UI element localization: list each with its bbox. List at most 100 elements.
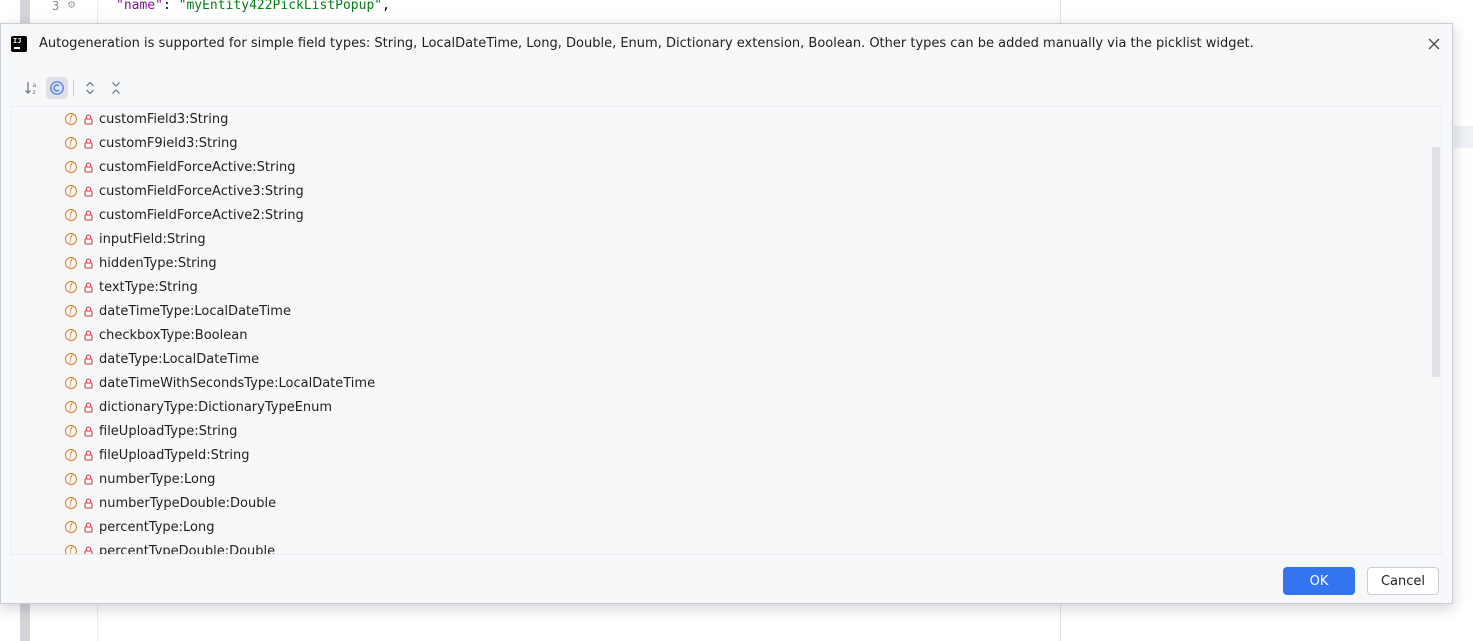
field-icon: f bbox=[65, 161, 77, 173]
ok-button[interactable]: OK bbox=[1283, 567, 1355, 595]
list-item[interactable]: f customField3:String bbox=[12, 109, 1422, 133]
field-icon: f bbox=[65, 449, 77, 461]
list-item-label: percentTypeDouble:Double bbox=[99, 544, 276, 555]
list-item[interactable]: f hiddenType:String bbox=[12, 253, 1422, 277]
lock-icon bbox=[84, 498, 93, 509]
lock-icon bbox=[84, 330, 93, 341]
expand-all-icon bbox=[86, 81, 94, 95]
code-end: , bbox=[382, 0, 390, 13]
list-item[interactable]: f numberTypeDouble:Double bbox=[12, 493, 1422, 517]
list-item[interactable]: f fileUploadType:String bbox=[12, 421, 1422, 445]
list-item[interactable]: f customFieldForceActive2:String bbox=[12, 205, 1422, 229]
dialog-title-bar: Autogeneration is supported for simple f… bbox=[1, 24, 1452, 64]
lock-icon bbox=[84, 402, 93, 413]
gear-icon[interactable]: ⚙ bbox=[68, 0, 75, 11]
list-item-label: customFieldForceActive:String bbox=[99, 160, 296, 175]
list-item-label: customField3:String bbox=[99, 112, 229, 127]
lock-icon bbox=[84, 210, 93, 221]
lock-icon bbox=[84, 450, 93, 461]
list-item[interactable]: f customF9ield3:String bbox=[12, 133, 1422, 157]
toolbar-separator bbox=[73, 80, 74, 96]
line-number: 3 bbox=[52, 0, 60, 13]
lock-icon bbox=[84, 186, 93, 197]
field-icon: f bbox=[65, 521, 77, 533]
list-item-label: fileUploadType:String bbox=[99, 424, 238, 439]
collapse-all-icon bbox=[112, 82, 120, 94]
close-button[interactable] bbox=[1424, 34, 1444, 54]
list-item[interactable]: f checkboxType:Boolean bbox=[12, 325, 1422, 349]
list-item[interactable]: f dateTimeWithSecondsType:LocalDateTime bbox=[12, 373, 1422, 397]
show-classes-icon bbox=[50, 81, 64, 95]
picklist-dialog: Autogeneration is supported for simple f… bbox=[0, 23, 1453, 604]
scrollbar-thumb[interactable] bbox=[1432, 147, 1440, 377]
cancel-button[interactable]: Cancel bbox=[1367, 567, 1439, 595]
field-icon: f bbox=[65, 425, 77, 437]
field-icon: f bbox=[65, 545, 77, 554]
list-item[interactable]: f numberType:Long bbox=[12, 469, 1422, 493]
lock-icon bbox=[84, 354, 93, 365]
lock-icon bbox=[84, 426, 93, 437]
show-classes-button[interactable] bbox=[46, 77, 68, 99]
list-item-label: numberTypeDouble:Double bbox=[99, 496, 277, 511]
code-line[interactable]: "name": "myEntity422PickListPopup", bbox=[116, 0, 390, 13]
list-item-label: textType:String bbox=[99, 280, 198, 295]
lock-icon bbox=[84, 546, 93, 554]
gutter-line: 3 ⚙ bbox=[40, 0, 90, 14]
svg-text:a: a bbox=[33, 82, 37, 89]
list-item-label: percentType:Long bbox=[99, 520, 215, 535]
field-icon: f bbox=[65, 257, 77, 269]
list-item[interactable]: f dateTimeType:LocalDateTime bbox=[12, 301, 1422, 325]
svg-text:z: z bbox=[33, 89, 36, 96]
list-item-label: inputField:String bbox=[99, 232, 206, 247]
lock-icon bbox=[84, 114, 93, 125]
list-item-label: dateTimeWithSecondsType:LocalDateTime bbox=[99, 376, 376, 391]
lock-icon bbox=[84, 234, 93, 245]
field-icon: f bbox=[65, 353, 77, 365]
list-item[interactable]: f percentType:Long bbox=[12, 517, 1422, 541]
list-item-label: customF9ield3:String bbox=[99, 136, 238, 151]
lock-icon bbox=[84, 282, 93, 293]
lock-icon bbox=[84, 162, 93, 173]
list-item[interactable]: f dateType:LocalDateTime bbox=[12, 349, 1422, 373]
dialog-toolbar: a z bbox=[19, 77, 319, 101]
field-icon: f bbox=[65, 233, 77, 245]
list-item[interactable]: f customFieldForceActive:String bbox=[12, 157, 1422, 181]
list-item[interactable]: f customFieldForceActive3:String bbox=[12, 181, 1422, 205]
list-item-label: checkboxType:Boolean bbox=[99, 328, 248, 343]
sort-alphabetically-icon: a z bbox=[25, 82, 37, 96]
list-item-label: customFieldForceActive3:String bbox=[99, 184, 304, 199]
list-item-label: hiddenType:String bbox=[99, 256, 217, 271]
code-value: "myEntity422PickListPopup" bbox=[178, 0, 383, 13]
field-icon: f bbox=[65, 209, 77, 221]
field-icon: f bbox=[65, 377, 77, 389]
line-highlight bbox=[1454, 126, 1473, 148]
field-icon: f bbox=[65, 401, 77, 413]
list-item-label: dateTimeType:LocalDateTime bbox=[99, 304, 291, 319]
lock-icon bbox=[84, 258, 93, 269]
field-icon: f bbox=[65, 137, 77, 149]
field-icon: f bbox=[65, 473, 77, 485]
code-separator: : bbox=[162, 0, 179, 13]
sort-alphabetically-button[interactable]: a z bbox=[21, 77, 43, 99]
field-icon: f bbox=[65, 497, 77, 509]
lock-icon bbox=[84, 378, 93, 389]
field-list[interactable]: f customField3:String f customF9ield3:Strin… bbox=[11, 106, 1442, 555]
list-item[interactable]: f fileUploadTypeId:String bbox=[12, 445, 1422, 469]
code-key: "name" bbox=[116, 0, 163, 13]
list-item[interactable]: f dictionaryType:DictionaryTypeEnum bbox=[12, 397, 1422, 421]
list-item-label: numberType:Long bbox=[99, 472, 216, 487]
list-item-label: dictionaryType:DictionaryTypeEnum bbox=[99, 400, 333, 415]
close-icon bbox=[1428, 38, 1440, 50]
lock-icon bbox=[84, 138, 93, 149]
lock-icon bbox=[84, 522, 93, 533]
list-item[interactable]: f percentTypeDouble:Double bbox=[12, 541, 1422, 555]
list-item-label: dateType:LocalDateTime bbox=[99, 352, 260, 367]
expand-all-button[interactable] bbox=[79, 77, 101, 99]
list-item[interactable]: f inputField:String bbox=[12, 229, 1422, 253]
collapse-all-button[interactable] bbox=[105, 77, 127, 99]
field-icon: f bbox=[65, 113, 77, 125]
field-icon: f bbox=[65, 305, 77, 317]
intellij-logo-icon bbox=[11, 36, 27, 52]
lock-icon bbox=[84, 306, 93, 317]
list-item[interactable]: f textType:String bbox=[12, 277, 1422, 301]
